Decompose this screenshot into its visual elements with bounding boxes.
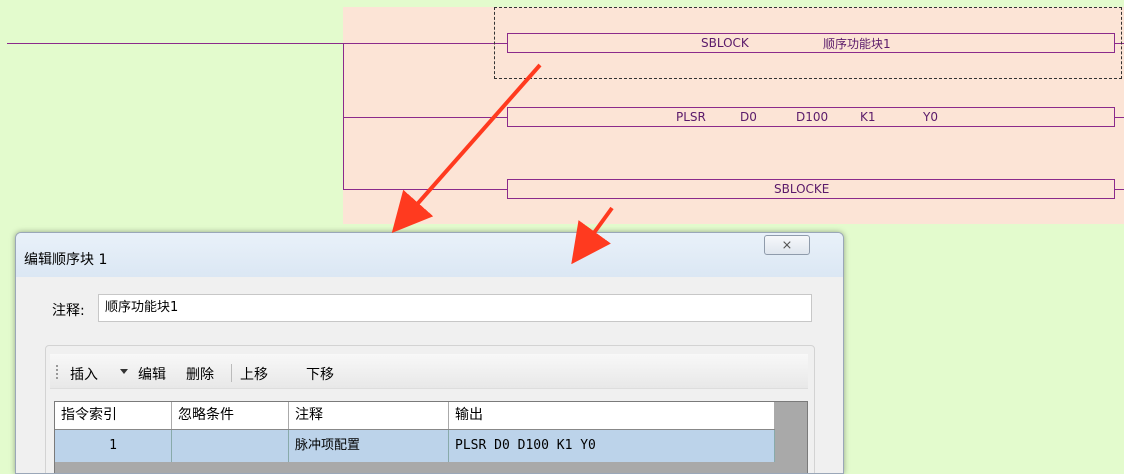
plsr-instruction[interactable]: PLSR D0 D100 K1 Y0 <box>507 107 1115 127</box>
header-index[interactable]: 指令索引 <box>55 402 172 429</box>
selection-rectangle <box>494 7 1122 79</box>
instruction-panel: 插入 编辑 删除 上移 下移 指令索引 忽略条件 注释 输出 1 脉冲项配置 P… <box>45 345 815 473</box>
insert-dropdown-icon[interactable] <box>120 369 128 374</box>
right-wire-rung2 <box>1114 117 1124 118</box>
move-up-button[interactable]: 上移 <box>240 364 268 384</box>
cell-ignore-condition[interactable] <box>172 430 289 462</box>
header-output[interactable]: 输出 <box>449 402 775 429</box>
comment-label: 注释: <box>52 303 85 319</box>
cell-comment: 脉冲项配置 <box>289 430 449 462</box>
table-row[interactable]: 1 脉冲项配置 PLSR D0 D100 K1 Y0 <box>55 430 775 462</box>
branch-wire-rung2 <box>343 117 508 118</box>
plsr-arg1: D0 <box>740 110 757 124</box>
toolbar-separator <box>231 364 232 382</box>
delete-button[interactable]: 删除 <box>186 364 214 384</box>
plsr-arg3: K1 <box>860 110 876 124</box>
plsr-op: PLSR <box>676 110 706 124</box>
header-ignore-condition[interactable]: 忽略条件 <box>172 402 289 429</box>
sblocke-label: SBLOCKE <box>774 182 830 196</box>
toolbar-grip-icon[interactable] <box>56 365 60 379</box>
edit-sequence-block-dialog: 编辑顺序块 1 ⨯ 注释: 顺序功能块1 插入 编辑 删除 上移 下移 指令索引… <box>15 232 844 474</box>
close-icon: ⨯ <box>781 238 793 253</box>
branch-wire-rung3 <box>343 189 508 190</box>
insert-button[interactable]: 插入 <box>70 364 98 384</box>
dialog-title: 编辑顺序块 1 <box>24 252 108 268</box>
right-wire-rung3 <box>1114 189 1124 190</box>
cell-output: PLSR D0 D100 K1 Y0 <box>449 430 775 462</box>
comment-input[interactable]: 顺序功能块1 <box>98 294 812 322</box>
instruction-table: 指令索引 忽略条件 注释 输出 1 脉冲项配置 PLSR D0 D100 K1 … <box>54 401 808 473</box>
instruction-toolbar: 插入 编辑 删除 上移 下移 <box>50 354 808 389</box>
plsr-arg2: D100 <box>796 110 829 124</box>
left-power-rail-wire <box>7 43 508 44</box>
edit-button[interactable]: 编辑 <box>138 364 166 384</box>
plsr-arg4: Y0 <box>923 110 938 124</box>
close-button[interactable]: ⨯ <box>764 235 810 255</box>
table-header: 指令索引 忽略条件 注释 输出 <box>55 402 775 430</box>
move-down-button[interactable]: 下移 <box>306 364 334 384</box>
header-comment[interactable]: 注释 <box>289 402 449 429</box>
cell-index: 1 <box>55 430 172 462</box>
dialog-titlebar[interactable]: 编辑顺序块 1 ⨯ <box>16 233 843 277</box>
sblocke-instruction[interactable]: SBLOCKE <box>507 179 1115 199</box>
